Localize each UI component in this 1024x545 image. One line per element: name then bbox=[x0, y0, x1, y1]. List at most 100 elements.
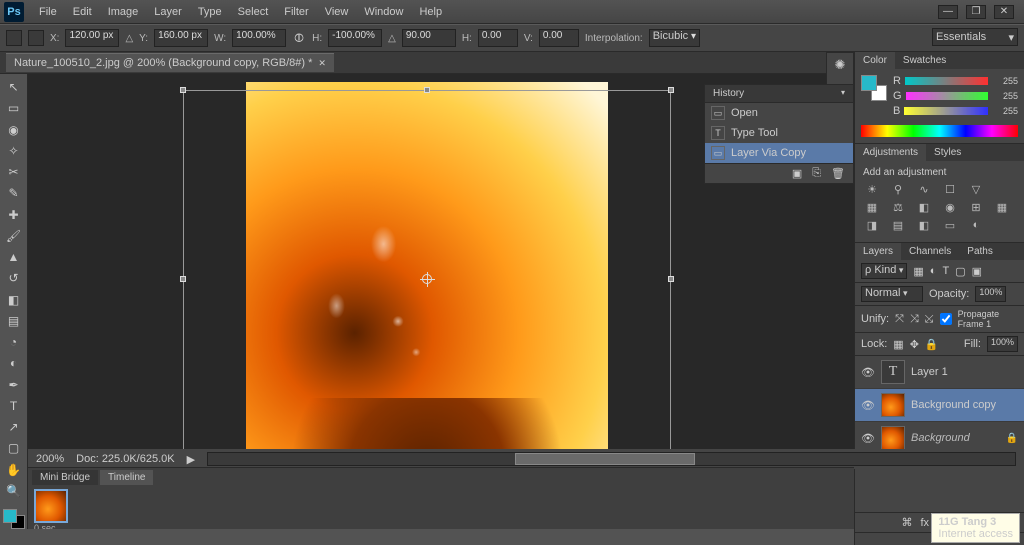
menu-layer[interactable]: Layer bbox=[147, 4, 189, 20]
tab-channels[interactable]: Channels bbox=[901, 243, 959, 260]
new-snapshot-icon[interactable]: ▣ bbox=[792, 167, 802, 180]
transform-center-icon[interactable] bbox=[422, 274, 432, 284]
shape-tool[interactable]: ▢ bbox=[4, 439, 24, 457]
selective-color-icon[interactable]: ◐ bbox=[967, 218, 985, 232]
transform-handle-n[interactable] bbox=[424, 87, 430, 93]
minimize-button[interactable]: — bbox=[938, 5, 958, 19]
bw-icon[interactable]: ◧ bbox=[915, 200, 933, 214]
gradient-map-icon[interactable]: ▭ bbox=[941, 218, 959, 232]
levels-icon[interactable]: ⚲ bbox=[889, 182, 907, 196]
gradient-tool[interactable]: ▤ bbox=[4, 312, 24, 330]
transform-handle-w[interactable] bbox=[180, 276, 186, 282]
free-transform-bounds[interactable] bbox=[183, 90, 671, 468]
new-document-icon[interactable]: ⎘ bbox=[812, 167, 821, 180]
tab-paths[interactable]: Paths bbox=[959, 243, 1001, 260]
interpolation-select[interactable]: Bicubic ▾ bbox=[649, 29, 700, 47]
layer-name[interactable]: Layer 1 bbox=[911, 366, 1018, 378]
lasso-tool[interactable]: ◉ bbox=[4, 121, 24, 139]
b-slider[interactable] bbox=[904, 107, 988, 115]
history-item-layer-via-copy[interactable]: ▭ Layer Via Copy bbox=[705, 143, 853, 163]
brush-tool[interactable]: 🖌 bbox=[4, 227, 24, 245]
lock-position-icon[interactable]: ✥ bbox=[910, 338, 919, 351]
menu-window[interactable]: Window bbox=[357, 4, 410, 20]
history-item-open[interactable]: ▭ Open bbox=[705, 103, 853, 123]
vskew-input[interactable]: 0.00 bbox=[539, 29, 579, 47]
blur-tool[interactable]: ◔ bbox=[4, 333, 24, 351]
exposure-icon[interactable]: ☐ bbox=[941, 182, 959, 196]
path-tool[interactable]: ↗ bbox=[4, 418, 24, 436]
menu-type[interactable]: Type bbox=[191, 4, 229, 20]
close-button[interactable]: ✕ bbox=[994, 5, 1014, 19]
lock-pixels-icon[interactable]: ▦ bbox=[893, 338, 903, 351]
menu-help[interactable]: Help bbox=[412, 4, 449, 20]
unify-style-icon[interactable]: ⤩ bbox=[925, 313, 934, 326]
unify-position-icon[interactable]: ⤧ bbox=[895, 313, 904, 326]
filter-pixel-icon[interactable]: ▦ bbox=[913, 265, 923, 278]
dodge-tool[interactable]: ◐ bbox=[4, 354, 24, 372]
rotate-input[interactable]: 90.00 bbox=[402, 29, 456, 47]
hskew-input[interactable]: 0.00 bbox=[478, 29, 518, 47]
foreground-color-swatch[interactable] bbox=[3, 509, 17, 523]
frame-duration[interactable]: 0 sec. bbox=[34, 523, 68, 529]
h-input[interactable]: -100.00% bbox=[328, 29, 382, 47]
transform-handle-nw[interactable] bbox=[180, 87, 186, 93]
color-sampler-icon[interactable]: ✺ bbox=[831, 57, 849, 73]
reference-point-icon[interactable] bbox=[28, 30, 44, 46]
triangle-icon[interactable]: △ bbox=[125, 33, 133, 44]
menu-edit[interactable]: Edit bbox=[66, 4, 99, 20]
g-value[interactable]: 255 bbox=[992, 91, 1018, 101]
invert-icon[interactable]: ◨ bbox=[863, 218, 881, 232]
zoom-tool[interactable]: 🔍 bbox=[4, 482, 24, 500]
filter-adjust-icon[interactable]: ◐ bbox=[930, 265, 937, 277]
transform-tool-icon[interactable] bbox=[6, 30, 22, 46]
menu-select[interactable]: Select bbox=[231, 4, 276, 20]
visibility-toggle-icon[interactable]: 👁 bbox=[861, 399, 875, 412]
blend-mode-select[interactable]: Normal ▾ bbox=[861, 286, 923, 302]
type-tool[interactable]: T bbox=[4, 397, 24, 415]
visibility-toggle-icon[interactable]: 👁 bbox=[861, 366, 875, 379]
color-fg-swatch[interactable] bbox=[861, 75, 877, 91]
unify-visibility-icon[interactable]: ⤨ bbox=[910, 313, 919, 326]
color-balance-icon[interactable]: ⚖ bbox=[889, 200, 907, 214]
curves-icon[interactable]: ∿ bbox=[915, 182, 933, 196]
filter-smart-icon[interactable]: ▣ bbox=[972, 265, 982, 278]
pen-tool[interactable]: ✒ bbox=[4, 376, 24, 394]
zoom-level[interactable]: 200% bbox=[36, 453, 64, 465]
tab-styles[interactable]: Styles bbox=[926, 144, 969, 161]
eraser-tool[interactable]: ◧ bbox=[4, 291, 24, 309]
filter-type-icon[interactable]: T bbox=[942, 265, 949, 277]
brightness-icon[interactable]: ☀ bbox=[863, 182, 881, 196]
move-tool[interactable]: ↖ bbox=[4, 78, 24, 96]
opacity-input[interactable]: 100% bbox=[975, 286, 1006, 302]
magic-wand-tool[interactable]: ✧ bbox=[4, 142, 24, 160]
crop-tool[interactable]: ✂ bbox=[4, 163, 24, 181]
delete-state-icon[interactable]: 🗑 bbox=[831, 167, 845, 180]
tab-color[interactable]: Color bbox=[855, 52, 895, 69]
r-value[interactable]: 255 bbox=[992, 76, 1018, 86]
foreground-background-colors[interactable] bbox=[3, 509, 25, 529]
menu-filter[interactable]: Filter bbox=[277, 4, 315, 20]
hue-icon[interactable]: ▦ bbox=[863, 200, 881, 214]
layer-row-background-copy[interactable]: 👁 Background copy bbox=[855, 389, 1024, 422]
eyedropper-tool[interactable]: ✎ bbox=[4, 184, 24, 202]
x-input[interactable]: 120.00 px bbox=[65, 29, 119, 47]
horizontal-scrollbar[interactable] bbox=[207, 452, 1016, 466]
menu-view[interactable]: View bbox=[318, 4, 356, 20]
layer-filter-kind[interactable]: ρ Kind ▾ bbox=[861, 263, 907, 279]
history-panel-title[interactable]: History bbox=[705, 85, 853, 103]
hand-tool[interactable]: ✋ bbox=[4, 461, 24, 479]
history-brush-tool[interactable]: ↺ bbox=[4, 269, 24, 287]
posterize-icon[interactable]: ▤ bbox=[889, 218, 907, 232]
link-layers-icon[interactable]: ⌘ bbox=[901, 516, 912, 529]
tab-adjustments[interactable]: Adjustments bbox=[855, 144, 926, 161]
link-icon[interactable]: ⦷ bbox=[292, 31, 306, 45]
filter-shape-icon[interactable]: ▢ bbox=[955, 265, 965, 278]
tab-swatches[interactable]: Swatches bbox=[895, 52, 954, 69]
propagate-checkbox[interactable] bbox=[940, 313, 952, 325]
channel-mixer-icon[interactable]: ⊞ bbox=[967, 200, 985, 214]
menu-image[interactable]: Image bbox=[101, 4, 146, 20]
marquee-tool[interactable]: ▭ bbox=[4, 99, 24, 117]
layer-style-icon[interactable]: fx bbox=[920, 517, 929, 529]
workspace-select[interactable]: Essentials▾ bbox=[932, 28, 1018, 46]
maximize-button[interactable]: ❐ bbox=[966, 5, 986, 19]
